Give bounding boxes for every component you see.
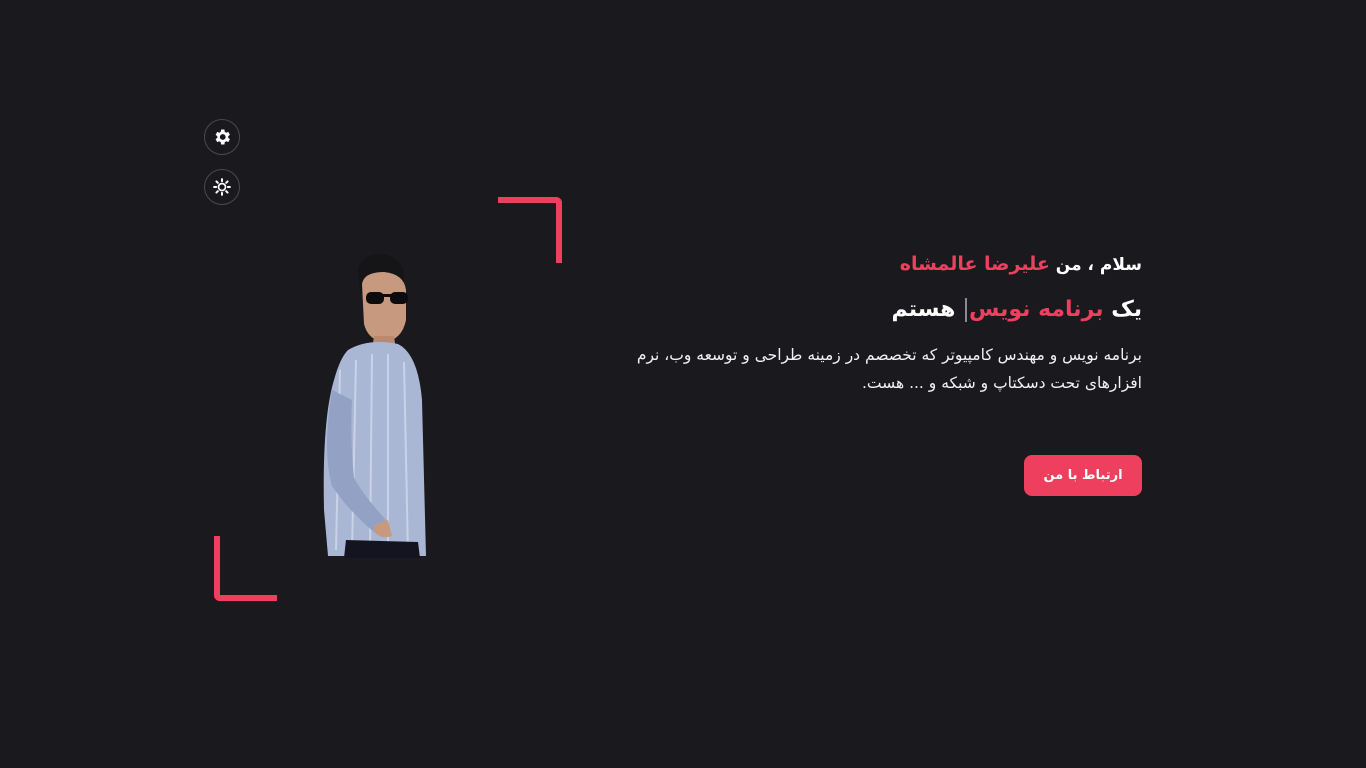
owner-name: علیرضا عالمشاه xyxy=(899,253,1050,275)
role-suffix: هستم xyxy=(891,297,956,322)
intro-description: برنامه نویس و مهندس کامپیوتر که تخصصم در… xyxy=(636,346,1142,392)
profile-photo xyxy=(323,254,426,558)
page: سلام ، من علیرضا عالمشاه یک برنامه نویس … xyxy=(0,0,1366,768)
role-title: برنامه نویس xyxy=(969,297,1104,322)
gear-icon xyxy=(215,129,230,145)
intro-section: سلام ، من علیرضا عالمشاه یک برنامه نویس … xyxy=(582,248,1142,397)
role-prefix: یک xyxy=(1111,297,1142,322)
greeting: سلام ، من علیرضا عالمشاه xyxy=(582,248,1142,281)
frame-corner-bottom-left xyxy=(214,536,277,601)
theme-toggle-button[interactable] xyxy=(204,169,240,205)
frame-corner-top-right xyxy=(498,197,562,263)
contact-me-button[interactable]: ارتباط با من xyxy=(1024,455,1142,496)
sun-icon xyxy=(213,178,231,196)
typing-caret xyxy=(965,298,968,322)
settings-button[interactable] xyxy=(204,119,240,155)
greeting-prefix: سلام ، من xyxy=(1055,255,1142,275)
role-headline: یک برنامه نویس هستم xyxy=(582,295,1142,325)
